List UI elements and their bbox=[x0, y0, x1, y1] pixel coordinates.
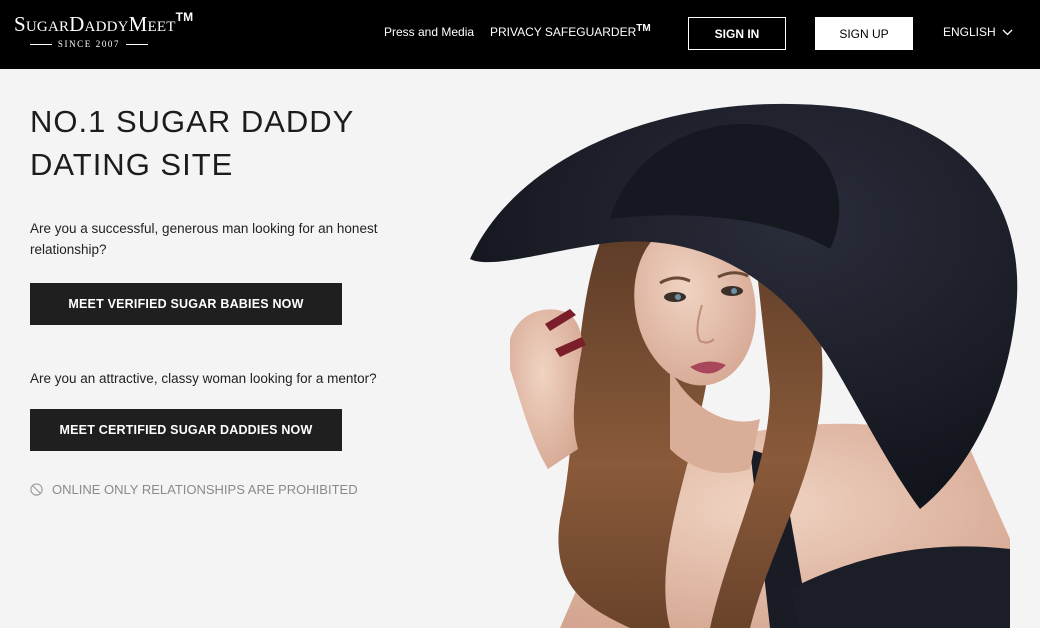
language-selector[interactable]: ENGLISH bbox=[943, 25, 1013, 39]
chevron-down-icon bbox=[1002, 29, 1013, 35]
nav-privacy-safeguarder-link[interactable]: PRIVACY SAFEGUARDERTM bbox=[490, 23, 651, 39]
meet-sugar-daddies-button[interactable]: MEET CERTIFIED SUGAR DADDIES NOW bbox=[30, 409, 342, 451]
hero-title: NO.1 SUGAR DADDY DATING SITE bbox=[30, 100, 390, 186]
question-women: Are you an attractive, classy woman look… bbox=[30, 371, 377, 386]
nav-privacy-trademark: TM bbox=[636, 23, 651, 34]
logo-trademark: TM bbox=[175, 10, 194, 24]
sign-up-button[interactable]: SIGN UP bbox=[815, 17, 913, 50]
site-logo[interactable]: SugarDaddyMeetTM SINCE 2007 bbox=[14, 10, 199, 50]
meet-sugar-babies-button[interactable]: MEET VERIFIED SUGAR BABIES NOW bbox=[30, 283, 342, 325]
site-header: SugarDaddyMeetTM SINCE 2007 Press and Me… bbox=[0, 0, 1040, 69]
sign-in-button[interactable]: SIGN IN bbox=[688, 17, 786, 50]
prohibited-notice-text: ONLINE ONLY RELATIONSHIPS ARE PROHIBITED bbox=[52, 482, 358, 497]
language-label: ENGLISH bbox=[943, 25, 996, 39]
nav-privacy-label: PRIVACY SAFEGUARDER bbox=[490, 25, 637, 39]
hero-model-photo bbox=[470, 103, 1018, 628]
nav-press-media-link[interactable]: Press and Media bbox=[384, 25, 474, 39]
logo-text: SugarDaddyMeet bbox=[14, 12, 176, 36]
hero-title-line-1: NO.1 SUGAR DADDY bbox=[30, 104, 355, 139]
logo-since: SINCE 2007 bbox=[30, 38, 149, 50]
prohibited-notice: ONLINE ONLY RELATIONSHIPS ARE PROHIBITED bbox=[30, 482, 358, 497]
logo-wordmark: SugarDaddyMeetTM bbox=[14, 10, 194, 37]
prohibited-icon bbox=[30, 483, 43, 496]
question-men: Are you a successful, generous man looki… bbox=[30, 221, 378, 257]
hero-title-line-2: DATING SITE bbox=[30, 147, 234, 182]
logo-since-text: SINCE 2007 bbox=[57, 39, 121, 49]
